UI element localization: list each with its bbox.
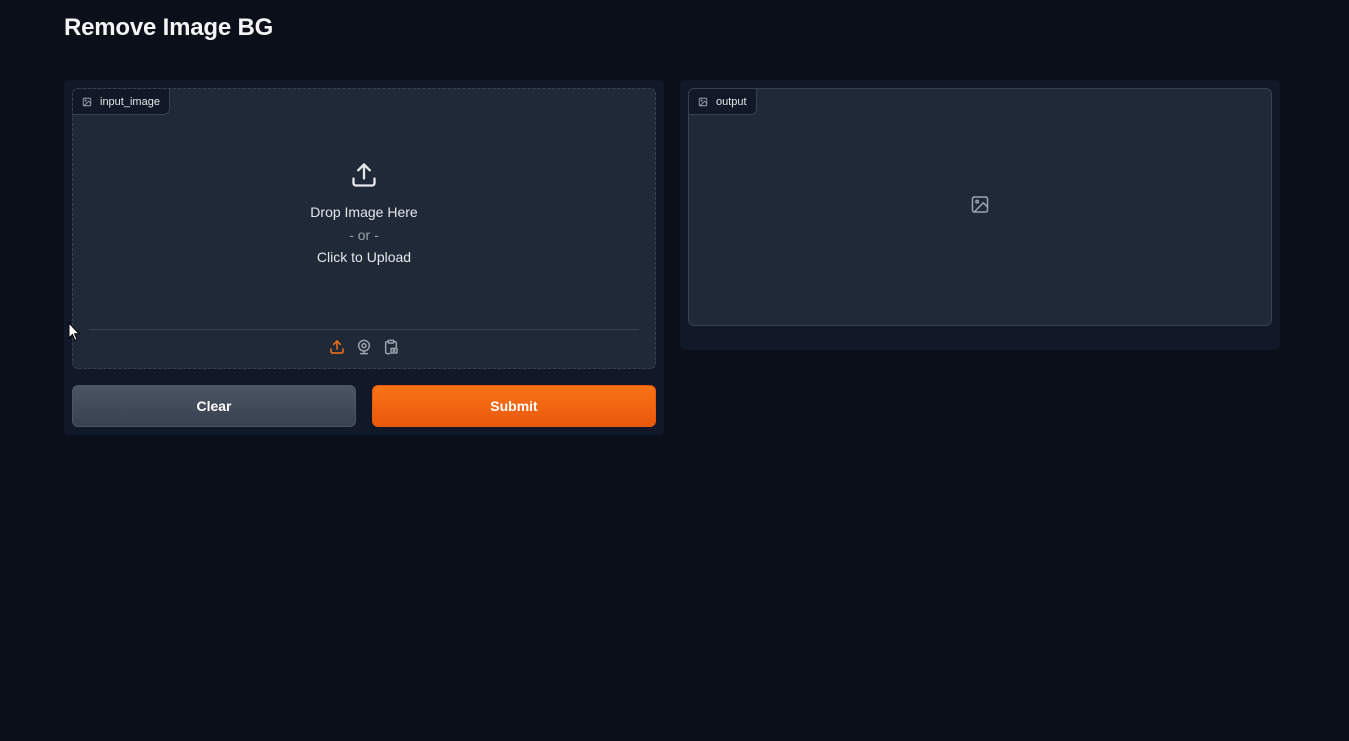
output-label: output bbox=[689, 89, 757, 115]
source-selector bbox=[73, 339, 655, 355]
drop-image-text: Drop Image Here bbox=[310, 204, 418, 220]
upload-area[interactable]: Drop Image Here - or - Click to Upload bbox=[73, 89, 655, 329]
output-image-box: output bbox=[688, 88, 1272, 326]
or-text: - or - bbox=[349, 227, 379, 243]
image-placeholder-icon bbox=[970, 195, 990, 220]
output-panel: output bbox=[680, 80, 1280, 350]
clipboard-icon[interactable] bbox=[383, 339, 399, 355]
click-to-upload-text: Click to Upload bbox=[316, 249, 412, 265]
page-title: Remove Image BG bbox=[64, 14, 274, 41]
webcam-icon[interactable] bbox=[356, 339, 372, 355]
upload-source-icon[interactable] bbox=[329, 339, 345, 355]
submit-button[interactable]: Submit bbox=[372, 385, 656, 427]
mouse-cursor-icon bbox=[68, 321, 81, 347]
source-divider bbox=[89, 329, 639, 330]
image-icon bbox=[698, 97, 708, 107]
input-image-dropzone[interactable]: input_image Drop Image Here - or - Click… bbox=[72, 88, 656, 369]
output-label-text: output bbox=[716, 95, 747, 108]
input-panel: input_image Drop Image Here - or - Click… bbox=[64, 80, 664, 435]
clear-button[interactable]: Clear bbox=[72, 385, 356, 427]
upload-icon bbox=[350, 161, 378, 194]
